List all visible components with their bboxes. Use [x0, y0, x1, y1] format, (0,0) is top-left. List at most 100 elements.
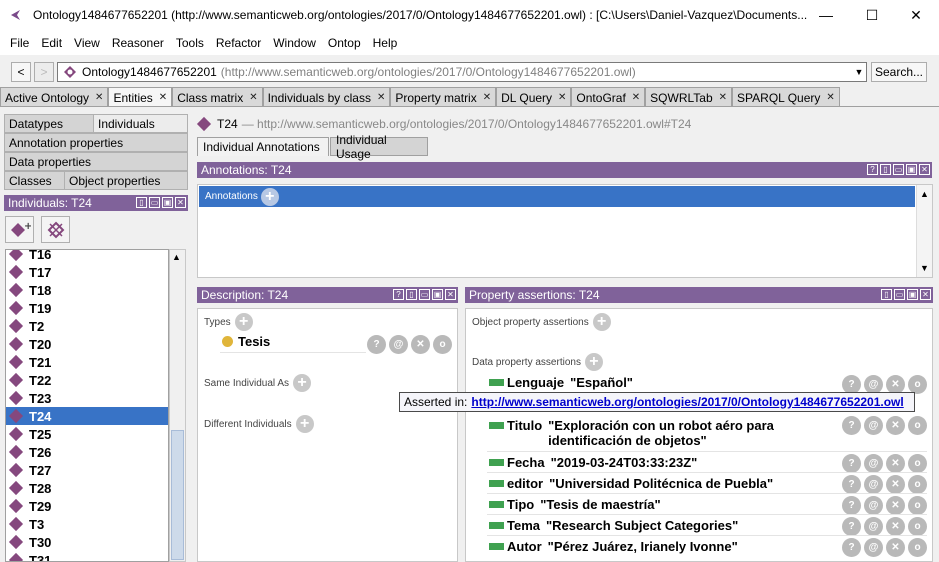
data-property-row[interactable]: Tema "Research Subject Categories" [489, 518, 738, 533]
tab-datatypes[interactable]: Datatypes [4, 114, 94, 133]
edit-button[interactable]: o [433, 335, 452, 354]
add-different-individual-button[interactable]: + [295, 415, 314, 433]
annotate-button[interactable]: @ [864, 496, 883, 515]
close-icon[interactable]: ✕ [920, 289, 931, 300]
delete-button[interactable]: ✕ [886, 416, 905, 435]
annotate-button[interactable]: @ [864, 475, 883, 494]
view-toggle-icon[interactable]: ▯ [881, 289, 892, 300]
annotate-button[interactable]: @ [864, 454, 883, 473]
close-icon[interactable]: ✕ [95, 92, 103, 103]
maximize-icon[interactable]: ▣ [432, 289, 443, 300]
tab-property-matrix[interactable]: Property matrix ✕ [390, 87, 497, 107]
list-item[interactable]: T28 [6, 479, 168, 497]
view-toggle-icon[interactable]: ▯ [406, 289, 417, 300]
explain-button[interactable]: ? [842, 517, 861, 536]
add-data-property-button[interactable]: + [584, 353, 603, 371]
list-item[interactable]: T3 [6, 515, 168, 533]
close-icon[interactable]: ✕ [159, 92, 167, 103]
list-item[interactable]: T21 [6, 353, 168, 371]
delete-button[interactable]: ✕ [886, 475, 905, 494]
tab-annotation-properties[interactable]: Annotation properties [4, 133, 188, 152]
ontology-selector[interactable]: Ontology1484677652201 (http://www.semant… [57, 62, 867, 82]
tab-entities[interactable]: Entities ✕ [108, 87, 173, 107]
explain-button[interactable]: ? [842, 475, 861, 494]
view-toggle-icon[interactable]: ▯ [136, 197, 147, 208]
close-window-button[interactable]: ✕ [893, 0, 939, 30]
minimize-icon[interactable]: ▭ [149, 197, 160, 208]
add-individual-button[interactable]: + [5, 216, 34, 243]
tab-classes[interactable]: Classes [4, 171, 65, 190]
close-icon[interactable]: ✕ [175, 197, 186, 208]
explain-button[interactable]: ? [842, 538, 861, 557]
list-item[interactable]: T17 [6, 263, 168, 281]
list-item-selected[interactable]: T24 [6, 407, 168, 425]
help-icon[interactable]: ? [867, 164, 878, 175]
menu-edit[interactable]: Edit [35, 36, 68, 50]
list-item[interactable]: T25 [6, 425, 168, 443]
scroll-up-icon[interactable]: ▲ [920, 189, 929, 199]
delete-button[interactable]: ✕ [886, 496, 905, 515]
tab-sqwrltab[interactable]: SQWRLTab ✕ [645, 87, 733, 107]
data-property-row[interactable]: Fecha "2019-03-24T03:33:23Z" [489, 455, 697, 470]
list-item[interactable]: T16 [6, 250, 168, 263]
maximize-button[interactable]: ☐ [849, 0, 895, 30]
list-item[interactable]: T19 [6, 299, 168, 317]
list-item[interactable]: T20 [6, 335, 168, 353]
maximize-icon[interactable]: ▣ [162, 197, 173, 208]
explain-button[interactable]: ? [367, 335, 386, 354]
edit-button[interactable]: o [908, 475, 927, 494]
data-property-row[interactable]: Tipo "Tesis de maestría" [489, 497, 661, 512]
close-icon[interactable]: ✕ [826, 92, 834, 103]
menu-reasoner[interactable]: Reasoner [106, 36, 170, 50]
individuals-list[interactable]: T16 T17 T18 T19 T2 T20 T21 T22 T23 T24 T… [5, 249, 169, 562]
list-item[interactable]: T22 [6, 371, 168, 389]
annotate-button[interactable]: @ [864, 517, 883, 536]
delete-button[interactable]: ✕ [886, 517, 905, 536]
menu-help[interactable]: Help [367, 36, 404, 50]
individuals-scrollbar[interactable]: ▲ [169, 249, 186, 562]
forward-button[interactable]: > [34, 62, 54, 82]
close-icon[interactable]: ✕ [719, 92, 727, 103]
edit-button[interactable]: o [908, 517, 927, 536]
tab-active-ontology[interactable]: Active Ontology ✕ [0, 87, 109, 107]
menu-refactor[interactable]: Refactor [210, 36, 267, 50]
tooltip-link[interactable]: http://www.semanticweb.org/ontologies/20… [471, 395, 903, 409]
menu-view[interactable]: View [68, 36, 106, 50]
delete-individual-button[interactable] [41, 216, 70, 243]
add-annotation-button[interactable]: + [260, 187, 279, 206]
data-property-row[interactable]: editor "Universidad Politécnica de Puebla… [489, 476, 773, 491]
maximize-icon[interactable]: ▣ [907, 289, 918, 300]
edit-button[interactable]: o [908, 454, 927, 473]
minimize-button[interactable]: — [803, 0, 849, 30]
tab-individuals-by-class[interactable]: Individuals by class ✕ [262, 87, 391, 107]
tab-individual-usage[interactable]: Individual Usage [330, 133, 428, 161]
edit-button[interactable]: o [908, 538, 927, 557]
tab-individuals[interactable]: Individuals [93, 114, 188, 133]
data-property-row[interactable]: Autor "Pérez Juárez, Irianely Ivonne" [489, 539, 738, 554]
type-row[interactable]: Tesis [222, 334, 270, 349]
tab-dl-query[interactable]: DL Query ✕ [496, 87, 572, 107]
tab-sparql-query[interactable]: SPARQL Query ✕ [732, 87, 840, 107]
annotate-button[interactable]: @ [864, 538, 883, 557]
delete-button[interactable]: ✕ [886, 538, 905, 557]
menu-window[interactable]: Window [267, 36, 322, 50]
add-same-individual-button[interactable]: + [293, 374, 312, 392]
menu-ontop[interactable]: Ontop [322, 36, 367, 50]
explain-button[interactable]: ? [842, 416, 861, 435]
close-icon[interactable]: ✕ [445, 289, 456, 300]
search-button[interactable]: Search... [871, 62, 927, 82]
delete-button[interactable]: ✕ [411, 335, 430, 354]
list-item[interactable]: T23 [6, 389, 168, 407]
help-icon[interactable]: ? [393, 289, 404, 300]
delete-button[interactable]: ✕ [886, 454, 905, 473]
close-icon[interactable]: ✕ [632, 92, 640, 103]
close-icon[interactable]: ✕ [919, 164, 930, 175]
list-item[interactable]: T2 [6, 317, 168, 335]
list-item[interactable]: T29 [6, 497, 168, 515]
view-toggle-icon[interactable]: ▯ [880, 164, 891, 175]
data-property-row[interactable]: Lenguaje "Español" [489, 375, 633, 390]
minimize-icon[interactable]: ▭ [894, 289, 905, 300]
add-object-property-button[interactable]: + [592, 313, 611, 331]
list-item[interactable]: T26 [6, 443, 168, 461]
close-icon[interactable]: ✕ [558, 92, 566, 103]
